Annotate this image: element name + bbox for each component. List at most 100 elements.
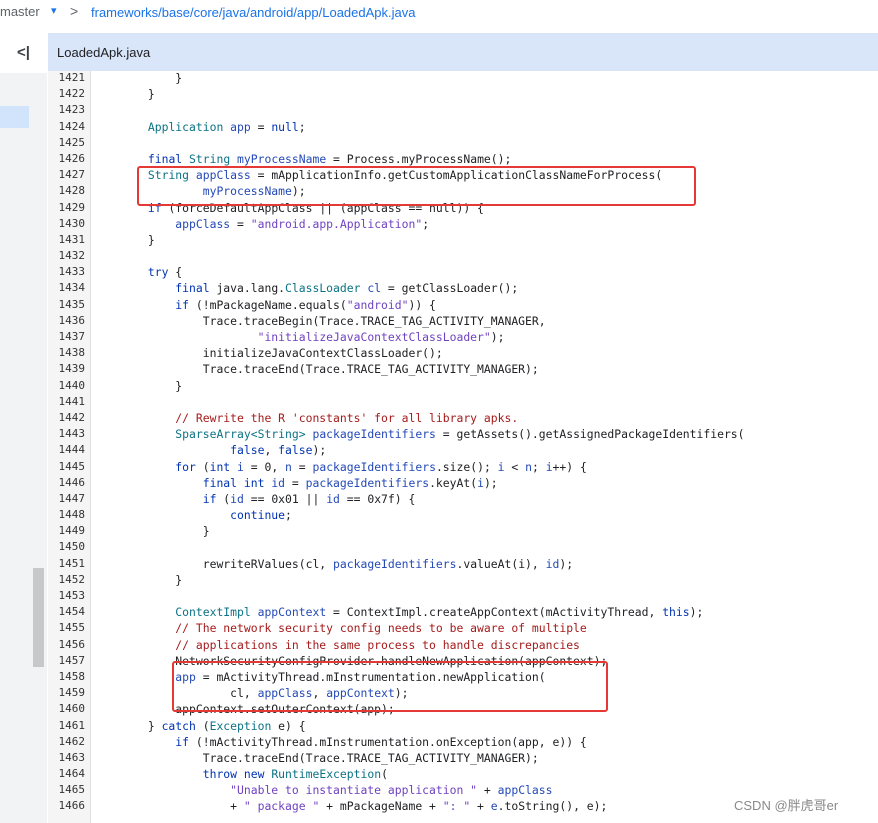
- code-line: 1441: [48, 394, 878, 410]
- line-number: 1438: [58, 346, 86, 360]
- line-number: 1459: [58, 686, 86, 700]
- tab-bar: [48, 33, 878, 71]
- rail-selected-item[interactable]: [0, 106, 29, 128]
- code-line: 1461 } catch (Exception e) {: [48, 718, 878, 734]
- branch-selector[interactable]: master: [0, 4, 40, 19]
- code-line: 1440 }: [48, 378, 878, 394]
- code-text: "initializeJavaContextClassLoader");: [257, 330, 505, 344]
- code-text: continue;: [230, 508, 292, 523]
- left-rail: [0, 33, 47, 823]
- code-text: if (!mPackageName.equals("android")) {: [175, 297, 436, 312]
- tab-loadedapk[interactable]: LoadedApk.java: [57, 45, 150, 60]
- code-line: 1423: [48, 102, 878, 118]
- code-line: 1422 }: [48, 86, 878, 102]
- code-line: 1456 // applications in the same process…: [48, 637, 878, 653]
- code-text: }: [93, 572, 183, 587]
- file-path-link[interactable]: frameworks/base/core/java/android/app/Lo…: [91, 5, 415, 20]
- code-line: 1438 initializeJavaContextClassLoader();: [48, 345, 878, 361]
- code-text: final java.lang.ClassLoader cl = getClas…: [175, 281, 519, 296]
- code-text: Trace.traceEnd(Trace.TRACE_TAG_ACTIVITY_…: [93, 750, 539, 765]
- code-line: 1446 final int id = packageIdentifiers.k…: [48, 475, 878, 491]
- code-line: 1463 Trace.traceEnd(Trace.TRACE_TAG_ACTI…: [48, 750, 878, 766]
- line-number: 1460: [58, 702, 86, 716]
- line-number: 1461: [58, 718, 86, 732]
- code-text: Trace.traceEnd(Trace.TRACE_TAG_ACTIVITY_…: [93, 362, 539, 377]
- line-number: 1440: [58, 378, 86, 392]
- code-line: 1439 Trace.traceEnd(Trace.TRACE_TAG_ACTI…: [48, 361, 878, 377]
- code-line: 1454 ContextImpl appContext = ContextImp…: [48, 604, 878, 620]
- line-number: 1443: [58, 427, 86, 441]
- code-text: }: [93, 232, 155, 247]
- code-line: 1431 }: [48, 232, 878, 248]
- code-text: // applications in the same process to h…: [175, 637, 580, 652]
- code-line: 1424 Application app = null;: [48, 119, 878, 135]
- code-line: 1450: [48, 539, 878, 555]
- line-number: 1436: [58, 313, 86, 327]
- code-text: // Rewrite the R 'constants' for all lib…: [175, 410, 519, 425]
- code-text: appClass = "android.app.Application";: [175, 216, 430, 231]
- line-number: 1439: [58, 362, 86, 376]
- line-number: 1422: [58, 87, 86, 101]
- code-line: 1445 for (int i = 0, n = packageIdentifi…: [48, 459, 878, 475]
- line-number: 1437: [58, 330, 86, 343]
- line-number: 1452: [58, 572, 86, 586]
- line-number: 1457: [58, 653, 86, 667]
- code-line: 1434 final java.lang.ClassLoader cl = ge…: [48, 280, 878, 296]
- line-number: 1454: [58, 605, 86, 619]
- line-number: 1423: [58, 103, 86, 117]
- scrollbar-thumb[interactable]: [33, 568, 44, 667]
- code-line: 1451 rewriteRValues(cl, packageIdentifie…: [48, 556, 878, 572]
- code-text: }: [93, 71, 183, 85]
- code-line: 1436 Trace.traceBegin(Trace.TRACE_TAG_AC…: [48, 313, 878, 329]
- line-number: 1429: [58, 200, 86, 214]
- line-number: 1462: [58, 734, 86, 748]
- line-number: 1425: [58, 135, 86, 149]
- code-text: initializeJavaContextClassLoader();: [93, 346, 443, 361]
- code-line: 1455 // The network security config need…: [48, 620, 878, 636]
- line-number: 1430: [58, 216, 86, 230]
- chevron-down-icon[interactable]: ▾: [51, 4, 57, 17]
- line-number: 1448: [58, 508, 86, 522]
- code-line: 1433 try {: [48, 264, 878, 280]
- highlight-box-newapplication: [172, 661, 608, 712]
- line-number: 1442: [58, 410, 86, 424]
- line-number: 1434: [58, 281, 86, 295]
- line-number: 1464: [58, 767, 86, 781]
- code-text: "Unable to instantiate application " + a…: [230, 783, 553, 798]
- code-line: 1448 continue;: [48, 507, 878, 523]
- code-line: 1453: [48, 588, 878, 604]
- highlight-box-appclass: [137, 166, 696, 206]
- code-line: 1437 "initializeJavaContextClassLoader")…: [48, 329, 878, 345]
- code-line: 1449 }: [48, 523, 878, 539]
- watermark: CSDN @胖虎哥er: [734, 798, 839, 813]
- code-text: + " package " + mPackageName + ": " + e.…: [93, 799, 608, 814]
- line-number: 1451: [58, 556, 86, 570]
- breadcrumb-separator: >: [70, 3, 79, 19]
- code-text: }: [93, 87, 155, 102]
- line-number: 1431: [58, 232, 86, 246]
- line-number: 1456: [58, 637, 86, 651]
- code-line: 1432: [48, 248, 878, 264]
- line-number: 1421: [58, 71, 86, 84]
- code-text: final String myProcessName = Process.myP…: [147, 151, 512, 166]
- code-text: }: [93, 378, 183, 393]
- line-number: 1445: [58, 459, 86, 473]
- code-text: } catch (Exception e) {: [93, 718, 306, 733]
- line-number: 1424: [58, 119, 86, 133]
- line-number: 1453: [58, 589, 86, 602]
- top-bar: master ▾ > frameworks/base/core/java/and…: [0, 0, 878, 28]
- code-text: for (int i = 0, n = packageIdentifiers.s…: [175, 459, 587, 474]
- code-line: 1425: [48, 135, 878, 151]
- collapse-left-icon[interactable]: <|: [0, 33, 47, 73]
- line-number: 1466: [58, 799, 86, 813]
- code-line: 1464 throw new RuntimeException(: [48, 766, 878, 782]
- code-text: final int id = packageIdentifiers.keyAt(…: [202, 475, 498, 490]
- code-line: 1447 if (id == 0x01 || id == 0x7f) {: [48, 491, 878, 507]
- code-text: Trace.traceBegin(Trace.TRACE_TAG_ACTIVIT…: [93, 313, 546, 328]
- code-line: 1462 if (!mActivityThread.mInstrumentati…: [48, 734, 878, 750]
- line-number: 1426: [58, 151, 86, 165]
- line-number: 1428: [58, 184, 86, 198]
- line-number: 1450: [58, 540, 86, 554]
- code-text: if (id == 0x01 || id == 0x7f) {: [202, 491, 416, 506]
- code-line: 1430 appClass = "android.app.Application…: [48, 216, 878, 232]
